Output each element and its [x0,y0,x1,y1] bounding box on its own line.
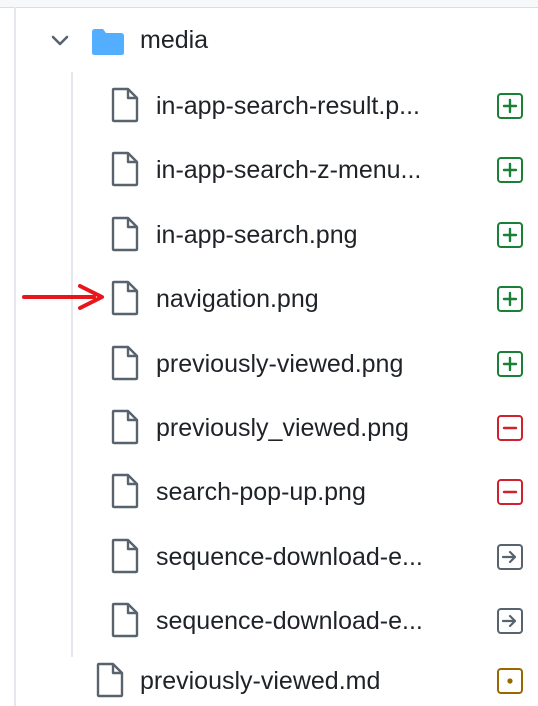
file-icon [111,345,139,380]
red-arrow-icon [22,284,104,310]
added-status-icon [497,350,523,377]
removed-status-icon [497,415,523,441]
renamed-status-icon [497,543,523,570]
tree-guide-line [71,72,73,657]
added-status-icon [497,93,523,119]
added-status-icon [497,221,523,248]
file-icon [111,602,139,638]
file-name: sequence-download-e... [156,542,423,571]
file-icon [111,409,139,445]
file-name: sequence-download-e... [156,607,423,636]
folder-name: media [140,26,209,54]
file-name: previously-viewed.png [156,349,404,378]
top-strip [0,0,538,8]
folder-icon [92,29,124,55]
chevron-down-icon[interactable] [47,28,73,54]
file-icon [111,280,139,316]
file-icon [111,474,139,509]
file-name: search-pop-up.png [156,478,366,507]
file-icon [111,538,139,573]
file-icon [111,216,139,251]
file-icon [111,152,139,187]
added-status-icon [497,286,523,313]
file-name: in-app-search-result.p... [156,92,421,120]
file-name: previously_viewed.png [156,414,409,442]
tree-guide-line [14,7,16,706]
file-icon [111,87,139,123]
file-icon [96,662,124,698]
added-status-icon [497,157,523,184]
file-name: navigation.png [156,285,319,314]
file-name: previously-viewed.md [140,667,381,695]
modified-status-icon [497,668,523,694]
renamed-status-icon [497,608,523,635]
file-name: in-app-search-z-menu... [156,156,422,185]
file-name: in-app-search.png [156,220,358,249]
removed-status-icon [497,479,523,506]
